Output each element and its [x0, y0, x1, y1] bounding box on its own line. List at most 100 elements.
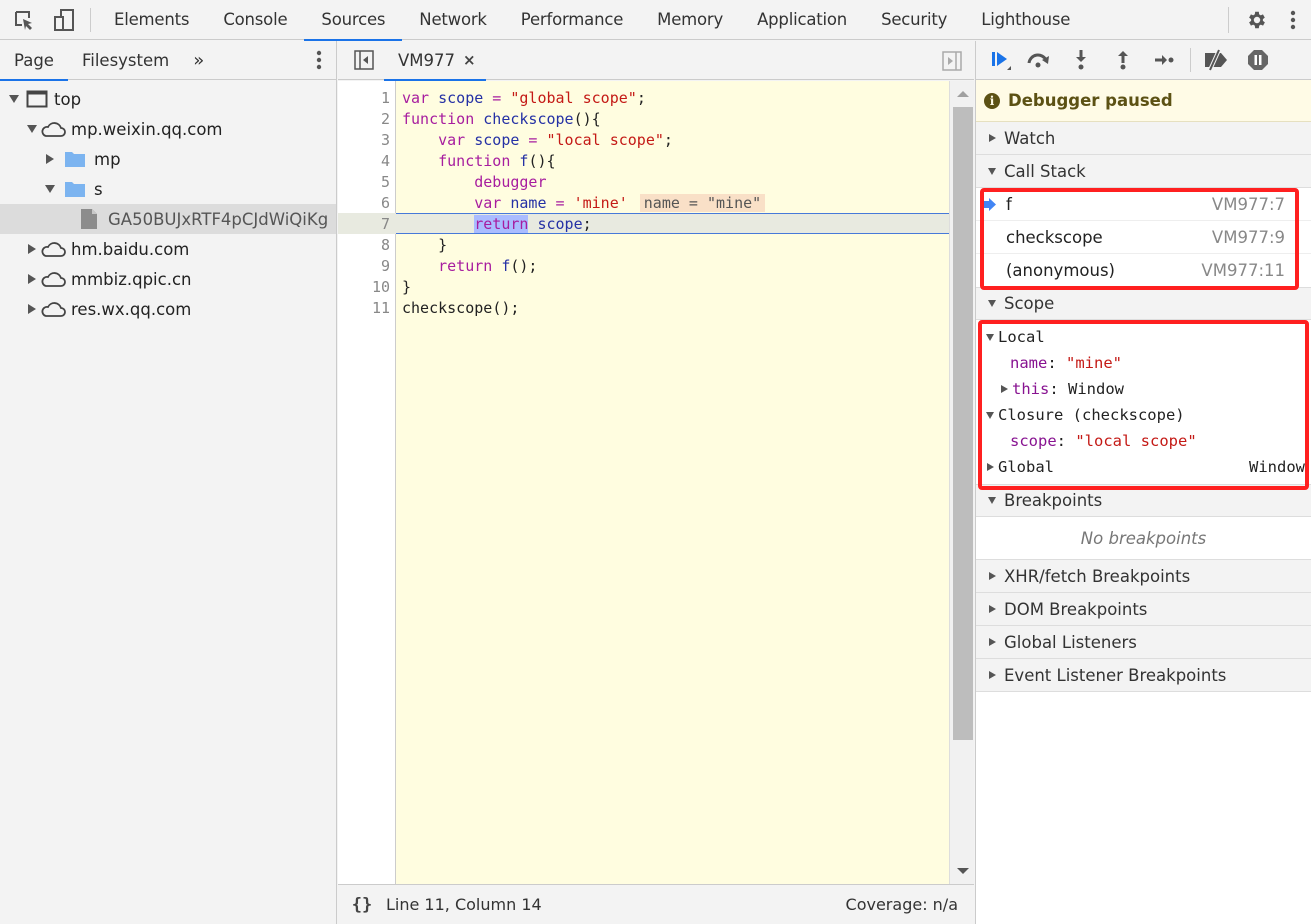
code-line[interactable]: 8 }	[338, 234, 949, 255]
scope-local[interactable]: Local	[976, 324, 1311, 350]
deactivate-breakpoints-button[interactable]	[1195, 41, 1237, 80]
cloud-icon	[41, 302, 66, 317]
kebab-icon	[316, 50, 322, 70]
no-breakpoints-message: No breakpoints	[976, 517, 1311, 560]
step-over-icon	[1027, 53, 1049, 68]
section-global-listeners[interactable]: Global Listeners	[976, 626, 1311, 659]
expanded-arrow-icon[interactable]	[44, 183, 56, 195]
devtools-window: Elements Console Sources Network Perform…	[0, 0, 1311, 924]
tree-item-domain[interactable]: mmbiz.qpic.cn	[0, 264, 336, 294]
collapsed-arrow-icon[interactable]	[44, 153, 56, 165]
step-out-button[interactable]	[1102, 41, 1144, 80]
file-icon	[81, 209, 97, 229]
deactivate-breakpoints-icon	[1205, 49, 1227, 71]
inspect-icon	[15, 10, 32, 30]
scroll-up-arrow-icon[interactable]	[957, 91, 969, 97]
more-options-button[interactable]	[1275, 0, 1311, 40]
tree-item-folder[interactable]: s	[0, 174, 336, 204]
scope-property[interactable]: name: "mine"	[976, 350, 1311, 376]
frame-icon	[26, 90, 48, 108]
cloud-icon	[41, 272, 66, 287]
tree-item-top[interactable]: top	[0, 84, 336, 114]
code-line[interactable]: 11 checkscope();	[338, 297, 949, 318]
device-toolbar-button[interactable]	[44, 0, 84, 40]
navigator-menu-button[interactable]	[316, 50, 322, 74]
settings-button[interactable]	[1239, 0, 1275, 40]
tree-item-file[interactable]: GA50BUJxRTF4pCJdWiQiKg	[0, 204, 336, 234]
scrollbar-thumb[interactable]	[953, 107, 973, 740]
tab-application[interactable]: Application	[740, 0, 864, 40]
collapsed-arrow-icon[interactable]	[998, 383, 1010, 395]
gear-icon	[1249, 11, 1265, 28]
tab-memory[interactable]: Memory	[640, 0, 740, 40]
collapsed-arrow-icon	[986, 636, 998, 648]
tab-network[interactable]: Network	[402, 0, 504, 40]
tab-security[interactable]: Security	[864, 0, 964, 40]
code-line[interactable]: 1 var scope = "global scope";	[338, 87, 949, 108]
coverage-status: Coverage: n/a	[845, 895, 958, 914]
tab-performance[interactable]: Performance	[504, 0, 640, 40]
code-line[interactable]: 9 return f();	[338, 255, 949, 276]
call-frame[interactable]: f VM977:7	[976, 188, 1311, 221]
tab-lighthouse[interactable]: Lighthouse	[964, 0, 1087, 40]
inspect-element-button[interactable]	[4, 0, 44, 40]
pause-on-exceptions-button[interactable]	[1237, 41, 1279, 80]
toggle-debugger-button[interactable]	[942, 51, 962, 75]
scope-property[interactable]: this: Window	[976, 376, 1311, 402]
pretty-print-button[interactable]: {}	[338, 895, 386, 915]
code-line[interactable]: 10 }	[338, 276, 949, 297]
folder-icon	[65, 182, 85, 197]
code-line[interactable]: 5 debugger	[338, 171, 949, 192]
tab-console[interactable]: Console	[206, 0, 304, 40]
close-tab-icon[interactable]: ×	[463, 51, 476, 69]
more-tabs-button[interactable]: »	[183, 50, 214, 71]
step-out-icon	[1118, 51, 1128, 70]
expanded-arrow-icon	[984, 409, 996, 421]
tab-filesystem[interactable]: Filesystem	[68, 41, 183, 80]
editor-scrollbar[interactable]	[949, 81, 974, 884]
toggle-navigator-button[interactable]	[344, 41, 384, 80]
collapsed-arrow-icon[interactable]	[26, 243, 38, 255]
tree-item-domain[interactable]: res.wx.qq.com	[0, 294, 336, 324]
section-call-stack[interactable]: Call Stack	[976, 155, 1311, 188]
step-button[interactable]	[1144, 41, 1186, 80]
code-line[interactable]: 4 function f(){	[338, 150, 949, 171]
section-event-listener-breakpoints[interactable]: Event Listener Breakpoints	[976, 659, 1311, 692]
scope-global[interactable]: Global Window	[976, 454, 1311, 480]
section-watch[interactable]: Watch	[976, 122, 1311, 155]
step-into-button[interactable]	[1060, 41, 1102, 80]
code-line[interactable]: 6 var name = 'mine' name = "mine"	[338, 192, 949, 213]
collapsed-arrow-icon[interactable]	[26, 273, 38, 285]
code-area[interactable]: 1 var scope = "global scope"; 2 function…	[338, 81, 974, 884]
tree-item-folder[interactable]: mp	[0, 144, 336, 174]
call-frame[interactable]: (anonymous) VM977:11	[976, 254, 1311, 287]
section-scope[interactable]: Scope	[976, 287, 1311, 320]
toolbar-divider	[1190, 48, 1191, 72]
expanded-arrow-icon[interactable]	[8, 93, 20, 105]
sidebar-left-icon	[354, 50, 374, 70]
code-line[interactable]: 3 var scope = "local scope";	[338, 129, 949, 150]
scope-property[interactable]: scope: "local scope"	[976, 428, 1311, 454]
tree-item-domain[interactable]: mp.weixin.qq.com	[0, 114, 336, 144]
tree-item-domain[interactable]: hm.baidu.com	[0, 234, 336, 264]
cursor-position: Line 11, Column 14	[386, 895, 542, 914]
file-tab-vm977[interactable]: VM977 ×	[384, 41, 486, 81]
expanded-arrow-icon	[984, 331, 996, 343]
execution-line[interactable]: 7 return scope;	[338, 213, 949, 234]
section-xhr-breakpoints[interactable]: XHR/fetch Breakpoints	[976, 560, 1311, 593]
expanded-arrow-icon[interactable]	[26, 123, 38, 135]
step-over-button[interactable]	[1018, 41, 1060, 80]
scope-closure[interactable]: Closure (checkscope)	[976, 402, 1311, 428]
collapsed-arrow-icon[interactable]	[984, 461, 996, 473]
resume-button[interactable]	[984, 41, 1018, 80]
tab-sources[interactable]: Sources	[304, 0, 403, 41]
collapsed-arrow-icon[interactable]	[26, 303, 38, 315]
tab-elements[interactable]: Elements	[97, 0, 206, 40]
code-line[interactable]: 2 function checkscope(){	[338, 108, 949, 129]
scroll-down-arrow-icon[interactable]	[957, 868, 969, 874]
tab-page[interactable]: Page	[0, 41, 68, 81]
section-breakpoints[interactable]: Breakpoints	[976, 484, 1311, 517]
call-frame[interactable]: checkscope VM977:9	[976, 221, 1311, 254]
cloud-icon	[41, 242, 66, 257]
section-dom-breakpoints[interactable]: DOM Breakpoints	[976, 593, 1311, 626]
